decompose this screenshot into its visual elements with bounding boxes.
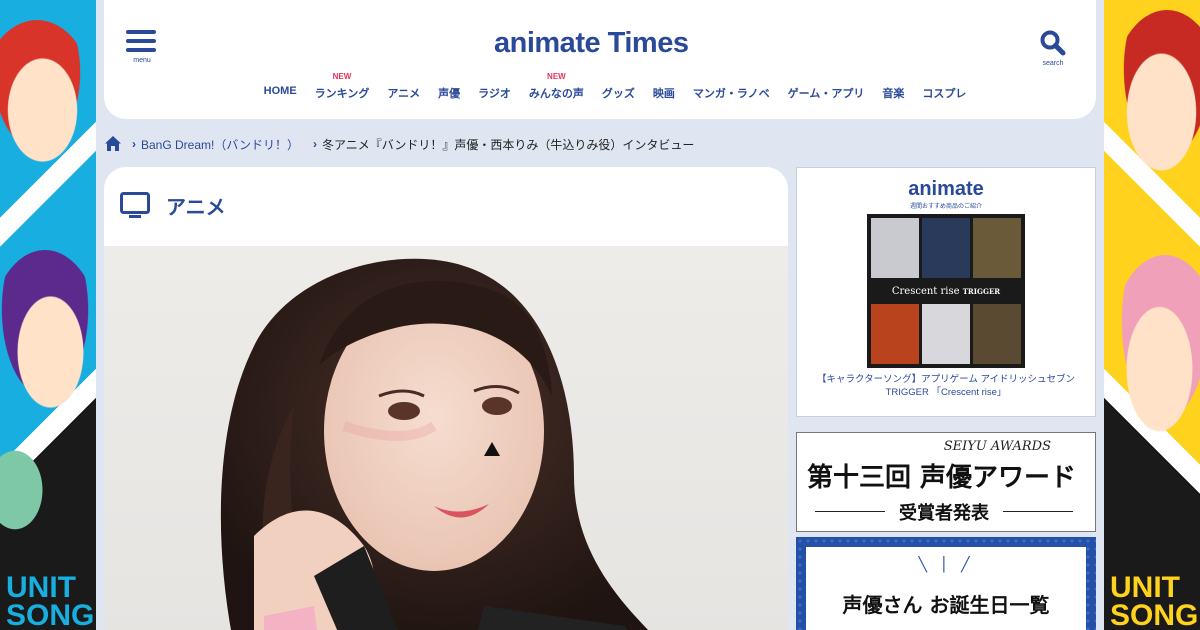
character-illustration	[0, 250, 96, 420]
chevron-right-icon: ›	[312, 137, 317, 151]
site-logo[interactable]: animate Times	[494, 27, 689, 60]
nav-item-home[interactable]: HOME	[264, 72, 297, 101]
product-cover-image[interactable]: Crescent rise TRIGGER	[867, 214, 1025, 368]
nav-item-game[interactable]: ゲーム・アプリ	[788, 72, 865, 101]
cover-title: Crescent rise	[892, 286, 960, 297]
search-icon	[1040, 30, 1066, 56]
site-header: menu animate Times search HOME NEW ランキング …	[104, 0, 1096, 119]
new-badge: NEW	[547, 72, 566, 81]
decoration-icon: ╲ │ ╱	[918, 557, 974, 573]
nav-item-music[interactable]: 音楽	[882, 72, 904, 101]
breadcrumb: › BanG Dream!（バンドリ！） › 冬アニメ『バンドリ！』声優・西本り…	[104, 135, 694, 153]
nav-item-movie[interactable]: 映画	[653, 72, 675, 101]
article-hero-image[interactable]	[104, 246, 788, 630]
animate-logo: animate	[908, 178, 984, 200]
product-caption-link[interactable]: 【キャラクターソング】アプリゲーム アイドリッシュセブン TRIGGER 「Cr…	[813, 373, 1079, 399]
breadcrumb-parent-link[interactable]: BanG Dream!（バンドリ！）	[141, 136, 299, 153]
awards-subtitle: 受賞者発表	[815, 499, 1073, 525]
birthday-list-banner[interactable]: ╲ │ ╱ 声優さん お誕生日一覧	[796, 537, 1096, 630]
ad-subtitle: 週間おすすめ商品のご紹介	[909, 203, 982, 210]
tv-icon	[120, 191, 150, 218]
awards-jp-title: 第十三回 声優アワード	[807, 463, 1077, 493]
menu-label: menu	[133, 57, 151, 64]
nav-item-manga[interactable]: マンガ・ラノベ	[693, 72, 770, 101]
nav-item-voices[interactable]: NEW みんなの声	[529, 72, 584, 101]
main-nav: HOME NEW ランキング アニメ 声優 ラジオ NEW みんなの声 グッズ 映画…	[104, 72, 1096, 101]
article-card: アニメ	[104, 167, 788, 630]
portrait-photo	[220, 258, 649, 630]
awards-en-title: SEIYU AWARDS	[943, 439, 1051, 454]
cover-art: Crescent rise TRIGGER	[871, 218, 1021, 364]
nav-item-anime[interactable]: アニメ	[387, 72, 420, 101]
menu-button[interactable]: menu	[126, 30, 158, 64]
unit-song-text: UNIT SONG	[6, 571, 95, 630]
category-header[interactable]: アニメ	[120, 191, 226, 220]
banner-inner: ╲ │ ╱ 声優さん お誕生日一覧	[806, 547, 1086, 630]
character-illustration	[0, 20, 92, 170]
nav-item-ranking[interactable]: NEW ランキング	[315, 72, 370, 101]
category-label: アニメ	[166, 195, 226, 219]
svg-text:Crescent rise TRIGGER: Crescent rise TRIGGER	[892, 286, 1000, 297]
right-side-banner[interactable]: UNIT SONG	[1104, 0, 1200, 630]
new-badge: NEW	[332, 72, 352, 81]
left-side-banner[interactable]: UNIT SONG	[0, 0, 96, 630]
nav-item-goods[interactable]: グッズ	[602, 72, 635, 101]
character-illustration	[0, 440, 50, 540]
character-illustration	[1110, 255, 1200, 445]
nav-item-cosplay[interactable]: コスプレ	[922, 72, 966, 101]
search-label: search	[1042, 60, 1064, 67]
birthday-banner-text: 声優さん お誕生日一覧	[842, 593, 1050, 617]
seiyu-awards-banner[interactable]: SEIYU AWARDS 第十三回 声優アワード 受賞者発表	[796, 432, 1096, 532]
search-button[interactable]: search	[1040, 30, 1066, 67]
home-icon[interactable]	[104, 135, 122, 153]
chevron-right-icon: ›	[132, 137, 136, 151]
character-illustration	[1112, 10, 1200, 180]
hamburger-icon	[126, 30, 158, 52]
nav-item-radio[interactable]: ラジオ	[478, 72, 511, 101]
nav-item-seiyu[interactable]: 声優	[438, 72, 460, 101]
unit-song-text: UNIT SONG	[1110, 571, 1199, 630]
animate-recommend-ad[interactable]: animate 週間おすすめ商品のご紹介 Crescent rise TRIGG…	[796, 167, 1096, 417]
breadcrumb-current: 冬アニメ『バンドリ！』声優・西本りみ（牛込りみ役）インタビュー	[321, 137, 695, 152]
cover-brand: TRIGGER	[963, 287, 1001, 296]
